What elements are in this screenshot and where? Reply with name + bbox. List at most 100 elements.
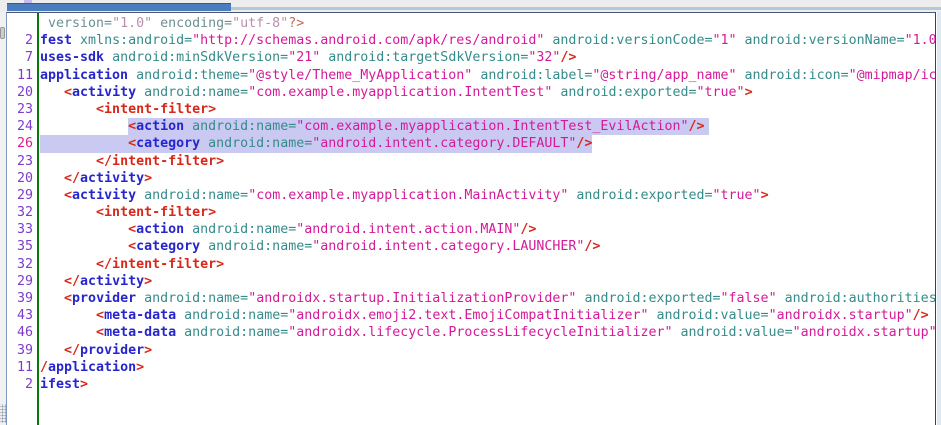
code-editor-panel[interactable]: 271120232426232029323335322939434639112 … (6, 12, 936, 425)
code-row: <activity android:name="com.example.myap… (39, 84, 935, 101)
attribute-name: android:theme= (136, 68, 248, 83)
attribute-value: "21" (288, 50, 320, 65)
tag-bracket: < (128, 119, 136, 134)
tag-bracket: /> (560, 50, 576, 65)
code-row: <activity android:name="com.example.myap… (39, 187, 935, 204)
code-row: </intent-filter> (39, 256, 935, 273)
code-row: </activity> (39, 170, 935, 187)
code-text (40, 154, 96, 169)
tag-bracket: < (96, 308, 104, 323)
attribute-value: "@style/Theme_MyApplication" (248, 68, 472, 83)
line-number: 20 (7, 84, 37, 101)
code-text (128, 68, 136, 83)
tag-name: application (40, 68, 128, 83)
tag-bracket: </ (64, 274, 80, 289)
line-number: 20 (7, 170, 37, 187)
code-text (184, 119, 192, 134)
code-text (40, 16, 48, 31)
attribute-name: android:name= (192, 222, 296, 237)
tag-name: activity (80, 274, 144, 289)
attribute-name: android:versionName= (745, 33, 905, 48)
pi-value: "1.0" (112, 16, 152, 31)
code-text (40, 102, 96, 117)
code-text (136, 291, 144, 306)
tag-name: category (136, 136, 200, 151)
code-area[interactable]: version="1.0" encoding="utf-8"?>fest xml… (39, 13, 935, 425)
pi-value: "utf-8" (232, 16, 288, 31)
horizontal-scrollbar-thumb[interactable] (7, 3, 231, 11)
code-row: <category android:name="android.intent.c… (39, 135, 935, 152)
code-row: </intent-filter> (39, 153, 935, 170)
right-panel-strip (937, 12, 941, 425)
line-number: 23 (7, 101, 37, 118)
code-row: uses-sdk android:minSdkVersion="21" andr… (39, 49, 935, 66)
attribute-value: "androidx.startup" (769, 308, 913, 323)
code-line-text: <action android:name="android.intent.act… (40, 222, 536, 237)
code-row: version="1.0" encoding="utf-8"?> (39, 15, 935, 32)
code-line-text: <activity android:name="com.example.myap… (40, 188, 769, 203)
attribute-name: android:versionCode= (552, 33, 712, 48)
tag-bracket: /> (576, 136, 592, 151)
code-row: /application> (39, 359, 935, 376)
pi-name: encoding= (152, 16, 232, 31)
attribute-name: android:value= (656, 308, 768, 323)
code-text (737, 68, 745, 83)
tag-bracket: < (64, 291, 72, 306)
code-row: ifest> (39, 376, 935, 393)
tag-bracket: < (96, 325, 104, 340)
code-text (40, 291, 64, 306)
code-text (737, 33, 745, 48)
attribute-value: "1" (713, 33, 737, 48)
code-line-text: version="1.0" encoding="utf-8"?> (40, 16, 304, 31)
line-number: 39 (7, 290, 37, 307)
attribute-value: "true" (697, 85, 745, 100)
horizontal-scrollbar[interactable] (0, 0, 941, 12)
code-text (184, 222, 192, 237)
attribute-value: "androidx.lifecycle.ProcessLifecycleInit… (288, 325, 672, 340)
tag-bracket: > (136, 360, 144, 375)
code-line-text: </activity> (40, 274, 152, 289)
line-number: 43 (7, 307, 37, 324)
attribute-value: "androidx.emoji2.text.EmojiCompatInitial… (288, 308, 648, 323)
code-text (40, 136, 128, 151)
attribute-name: android:exported= (576, 188, 712, 203)
line-number: 33 (7, 221, 37, 238)
line-number-gutter: 271120232426232029323335322939434639112 (7, 13, 39, 425)
code-text (672, 325, 680, 340)
tag-bracket: /> (913, 308, 929, 323)
tag-bracket: <intent-filter> (96, 205, 216, 220)
horizontal-scrollbar-track[interactable] (228, 7, 941, 10)
code-text (40, 188, 64, 203)
tag-bracket: < (128, 239, 136, 254)
code-line-text: <meta-data android:name="androidx.lifecy… (40, 325, 935, 340)
attribute-name: android:name= (144, 188, 248, 203)
code-text (40, 239, 128, 254)
code-row: fest xmlns:android="http://schemas.andro… (39, 32, 935, 49)
attribute-value: "android.intent.category.LAUNCHER" (312, 239, 584, 254)
vertical-scrollbar-thumb[interactable] (0, 27, 5, 39)
attribute-value: "androidx.startup" (793, 325, 935, 340)
code-row: <action android:name="com.example.myappl… (39, 118, 935, 135)
editor-window: 271120232426232029323335322939434639112 … (0, 0, 941, 425)
code-text (136, 188, 144, 203)
line-number: 7 (7, 49, 37, 66)
tag-name: application (48, 360, 136, 375)
line-number: 32 (7, 204, 37, 221)
code-line-text: </provider> (40, 343, 152, 358)
tag-bracket: </ (64, 343, 80, 358)
line-number: 35 (7, 238, 37, 255)
line-number: 11 (7, 359, 37, 376)
code-line-text: <intent-filter> (40, 102, 216, 117)
tag-bracket: > (80, 377, 88, 392)
attribute-name: android:name= (144, 291, 248, 306)
code-line-text: uses-sdk android:minSdkVersion="21" andr… (40, 50, 576, 65)
code-text (136, 85, 144, 100)
code-row: <intent-filter> (39, 204, 935, 221)
tag-name: meta-data (104, 308, 176, 323)
code-text (40, 171, 64, 186)
code-text (176, 308, 184, 323)
attribute-value: "http://schemas.android.com/apk/res/andr… (192, 33, 544, 48)
tag-name: activity (72, 85, 136, 100)
code-line-text: </intent-filter> (40, 257, 224, 272)
code-text (777, 291, 785, 306)
